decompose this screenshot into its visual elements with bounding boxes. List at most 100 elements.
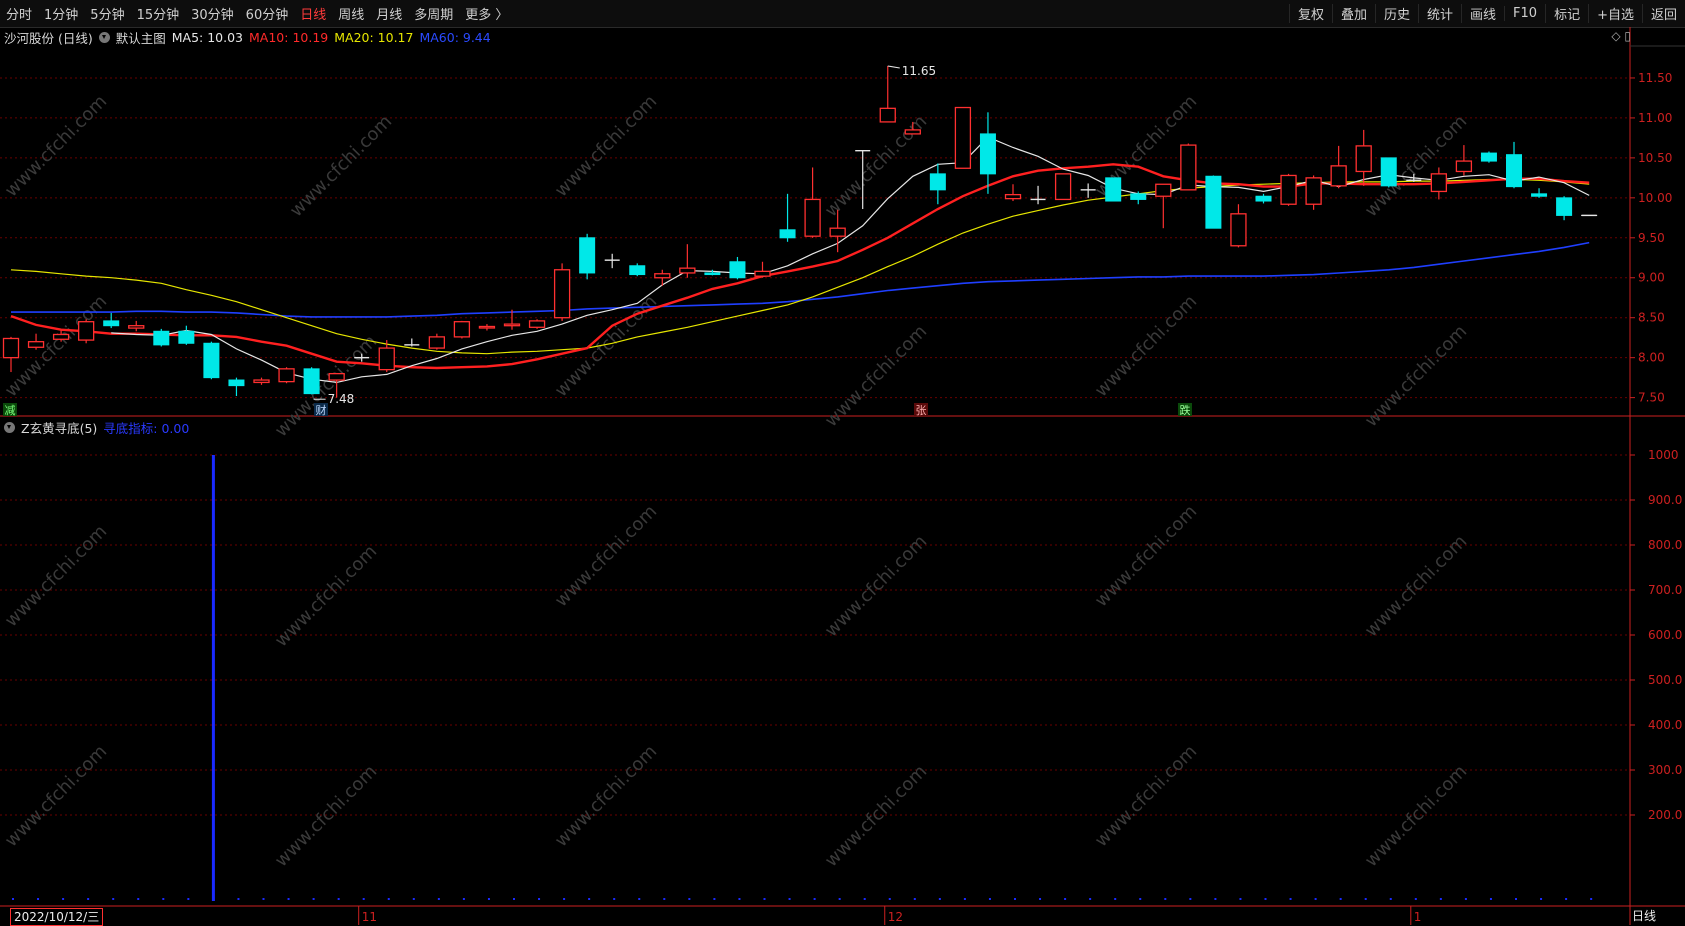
dropdown-icon[interactable] xyxy=(98,31,110,43)
candle-body xyxy=(979,133,996,175)
candle-body xyxy=(553,269,571,319)
candle-body xyxy=(253,379,270,384)
indicator-dot xyxy=(638,898,641,900)
indicator-dot xyxy=(1039,898,1042,900)
indicator-dot xyxy=(563,898,566,900)
dropdown-icon[interactable] xyxy=(4,421,15,433)
indicator-dot xyxy=(763,898,766,900)
month-label: 12 xyxy=(888,910,903,924)
ma20-label: MA20: 10.17 xyxy=(334,29,414,45)
watermark-text: www.cfchi.com xyxy=(1,91,111,201)
indicator-dot xyxy=(513,898,515,900)
indicator-dot xyxy=(1089,898,1092,900)
indicator-dot xyxy=(688,898,691,900)
candle-body xyxy=(478,325,496,329)
indicator-dot xyxy=(1489,898,1492,900)
watermark-text: www.cfchi.com xyxy=(1091,741,1201,851)
month-label: 11 xyxy=(362,910,377,924)
watermark-text: www.cfchi.com xyxy=(1,741,111,851)
candle-body xyxy=(1556,197,1573,216)
candle-body xyxy=(27,341,45,348)
indicator-dot xyxy=(437,898,440,900)
event-tag-2: 财 xyxy=(316,403,327,417)
kline-chart[interactable]: 7.50 8.00 8.50 9.00 9.50 10.00 10.50 11.00 11.50… xyxy=(0,0,1685,925)
watermark-text: www.cfchi.com xyxy=(551,741,661,851)
watermark-text: www.cfchi.com xyxy=(551,91,661,201)
indicator-dot xyxy=(1590,898,1593,900)
low-marker-label: 7.48 xyxy=(328,392,355,406)
candle-body xyxy=(804,198,821,237)
sub-chart-header: Z玄黄寻底(5) 寻底指标: 0.00 xyxy=(4,418,195,436)
candle-body xyxy=(704,272,721,276)
watermark-text: www.cfchi.com xyxy=(1,521,111,631)
y-tick-label: 11.00 xyxy=(1638,111,1672,125)
sub-y-tick-label: 300.0 xyxy=(1648,763,1682,777)
watermark-text: www.cfchi.com xyxy=(821,111,931,221)
indicator-name[interactable]: Z玄黄寻底(5) xyxy=(21,418,97,437)
candle-body xyxy=(954,106,972,169)
period-label: 日线 xyxy=(1632,909,1657,923)
candle-body xyxy=(78,321,95,341)
watermark-text: www.cfchi.com xyxy=(1361,761,1471,871)
indicator-dot xyxy=(588,898,591,900)
indicator-dot xyxy=(262,898,265,900)
candle-body xyxy=(1506,154,1522,188)
indicator-dot xyxy=(462,898,465,900)
indicator-dot xyxy=(187,898,190,900)
indicator-dot xyxy=(1540,898,1543,900)
watermark-text: www.cfchi.com xyxy=(551,501,661,611)
indicator-dot xyxy=(337,898,340,900)
candle-body xyxy=(1455,160,1473,173)
candle-body xyxy=(1130,193,1147,200)
indicator-dot xyxy=(412,898,415,900)
panel-icons[interactable]: ◇ ▯ xyxy=(1611,29,1631,43)
indicator-dot xyxy=(988,898,991,900)
cursor-date: 2022/10/12/三 xyxy=(10,908,104,926)
candle-body xyxy=(1054,173,1072,201)
candle-body xyxy=(679,267,696,274)
candle-body xyxy=(378,347,395,371)
candle-body xyxy=(879,107,896,123)
indicator-dot xyxy=(387,898,390,900)
candle-body xyxy=(303,368,320,395)
indicator-dot xyxy=(1239,898,1242,900)
candle-body xyxy=(579,237,596,274)
candle-body xyxy=(1531,193,1548,197)
sub-y-tick-label: 700.0 xyxy=(1648,583,1682,597)
indicator-dot xyxy=(938,898,941,900)
indicator-dot xyxy=(12,898,14,900)
main-chart-header: 沙河股份 (日线) 默认主图 MA5: 10.03 MA10: 10.19 MA… xyxy=(4,28,497,46)
indicator-dot xyxy=(1164,898,1167,900)
candle-body xyxy=(503,323,521,327)
indicator-dot xyxy=(1439,898,1442,900)
indicator-dot xyxy=(1014,898,1016,900)
candle-body xyxy=(629,265,646,276)
indicator-dot xyxy=(287,898,290,900)
watermark-text: www.cfchi.com xyxy=(821,761,931,871)
indicator-dot xyxy=(1515,898,1517,900)
candle-body xyxy=(178,330,195,344)
candle-body xyxy=(779,229,796,239)
candle-body xyxy=(328,372,345,381)
y-tick-label: 7.50 xyxy=(1638,391,1665,405)
watermark-text: www.cfchi.com xyxy=(1361,111,1471,221)
ma10-label: MA10: 10.19 xyxy=(249,29,329,45)
indicator-dot xyxy=(1565,898,1568,900)
sub-y-tick-label: 800.0 xyxy=(1648,538,1682,552)
indicator-dot xyxy=(738,898,741,900)
indicator-dot xyxy=(1264,898,1267,900)
event-tag-1: 减 xyxy=(5,404,16,417)
indicator-dot xyxy=(1339,898,1342,900)
candle-body xyxy=(228,379,245,387)
indicator-dot xyxy=(162,898,165,900)
candle-body xyxy=(128,325,145,329)
candle-body xyxy=(1430,173,1447,193)
candle-body xyxy=(829,227,846,237)
indicator-dot xyxy=(1189,898,1192,900)
sub-y-tick-label: 400.0 xyxy=(1648,718,1682,732)
stock-title: 沙河股份 (日线) xyxy=(4,30,93,46)
sub-y-tick-label: 200.0 xyxy=(1648,808,1682,822)
main-chart-name[interactable]: 默认主图 xyxy=(116,28,166,47)
indicator-dot xyxy=(112,898,115,900)
indicator-dot xyxy=(37,898,40,900)
